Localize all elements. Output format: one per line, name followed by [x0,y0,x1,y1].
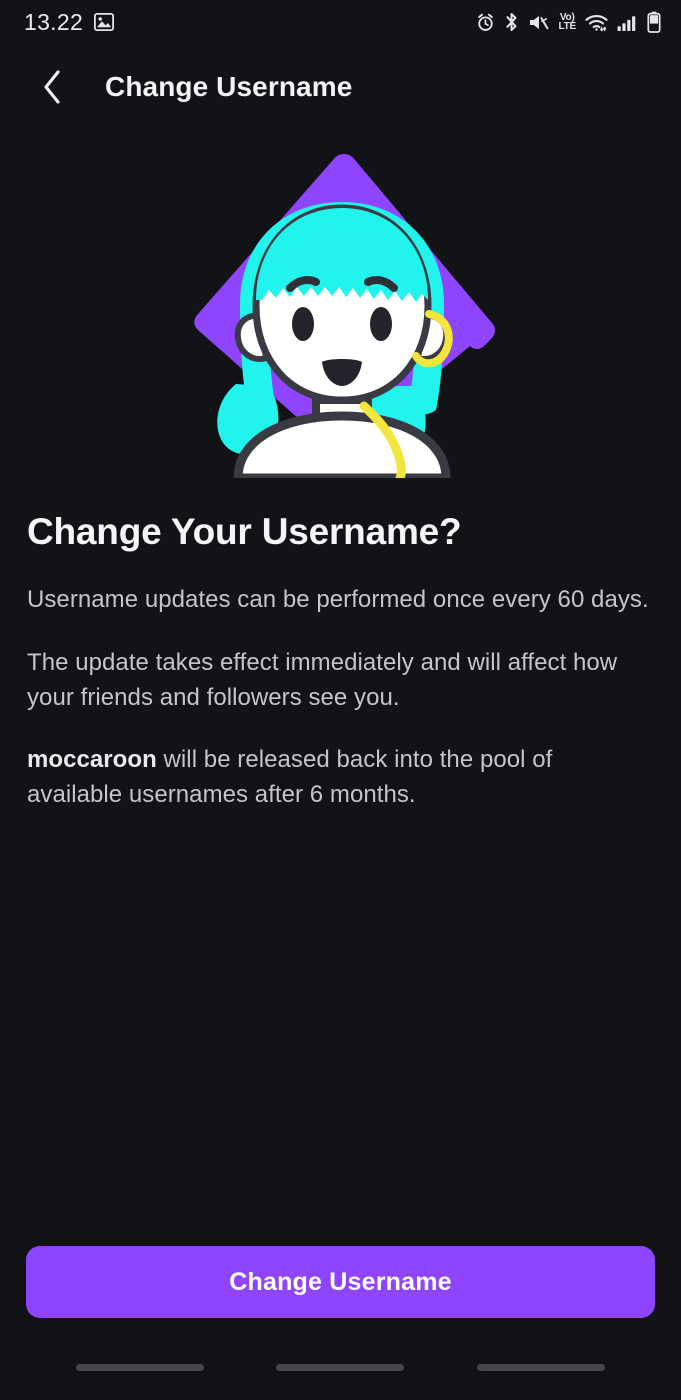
bluetooth-icon [504,12,519,32]
paragraph-effect: The update takes effect immediately and … [27,648,618,711]
headline: Change Your Username? [27,511,462,552]
footer: Change Username [0,1246,681,1318]
avatar-illustration-svg [193,154,495,478]
eye-left [291,307,314,341]
system-navigation-bar [0,1334,681,1400]
app-screen: 13.22 Vo) LTE Change Username Change You… [0,0,681,1400]
eye-right [369,307,392,341]
status-bar-clock: 13.22 [24,8,84,35]
avatar-illustration [0,129,681,489]
wifi-icon [585,13,608,32]
mute-icon [528,13,549,32]
volte-icon: Vo) LTE [558,11,576,32]
cellular-signal-icon [617,13,638,32]
alarm-icon [476,13,495,32]
nav-recents-button[interactable] [76,1363,205,1371]
page-title: Change Username [105,70,353,102]
photo-icon [94,13,115,31]
status-bar-right: Vo) LTE [476,11,661,33]
current-username: moccaroon [27,746,157,774]
battery-icon [647,11,661,33]
paragraph-release: moccaroon will be released back into the… [27,743,654,813]
chevron-left-icon [44,69,60,104]
status-bar-left: 13.22 [24,8,115,36]
main-content: Change Your Username? Username updates c… [0,489,681,1246]
back-button[interactable] [28,63,76,111]
change-username-button[interactable]: Change Username [26,1246,655,1318]
nav-back-button[interactable] [476,1363,605,1371]
paragraph-frequency: Username updates can be performed once e… [27,586,649,613]
app-bar: Change Username [0,44,681,129]
status-bar: 13.22 Vo) LTE [0,0,681,44]
nav-home-button[interactable] [276,1363,405,1371]
